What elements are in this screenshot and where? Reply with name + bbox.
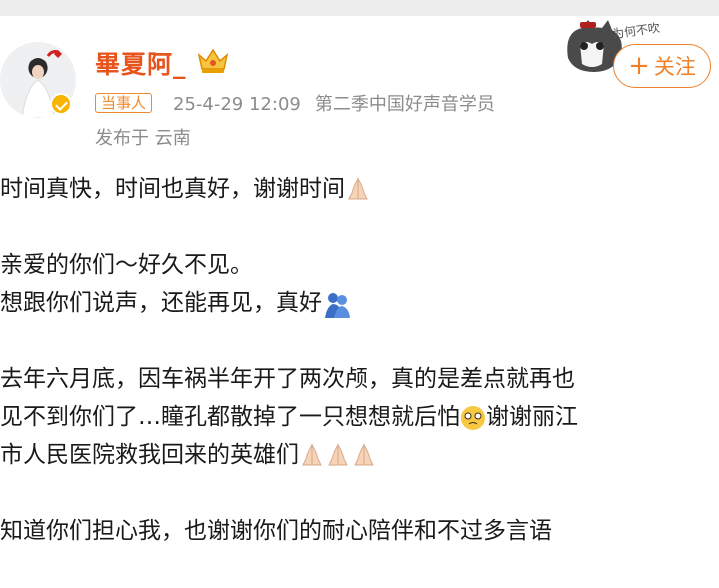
praying-hands-emoji: [328, 442, 348, 465]
post-text: 想跟你们说声，还能再见，真好: [0, 290, 322, 316]
hug-emoji: [325, 292, 350, 318]
plus-icon: +: [628, 51, 650, 81]
verified-badge-icon: [50, 93, 72, 115]
follow-button[interactable]: + 关注: [613, 44, 711, 88]
post-text: 时间真快，时间也真好，谢谢时间: [0, 176, 345, 202]
post-line: 时间真快，时间也真好，谢谢时间: [0, 170, 719, 208]
post-line: 知道你们担心我，也谢谢你们的耐心陪伴和不过多言语: [0, 512, 719, 550]
role-tag: 当事人: [95, 93, 153, 113]
post-text: 见不到你们了…瞳孔都散掉了一只想想就后怕: [0, 404, 460, 430]
post-meta: 25-4-29 12:09 第二季中国好声音学员: [173, 90, 509, 116]
follow-label: 关注: [653, 55, 696, 79]
crown-icon: [197, 48, 229, 73]
praying-hands-emoji: [348, 176, 368, 199]
post-text: 市人民医院救我回来的英雄们: [0, 442, 299, 468]
praying-hands-emoji: [302, 442, 322, 465]
post-line: 市人民医院救我回来的英雄们: [0, 436, 719, 474]
post-date: 25-4-29 12:09: [173, 94, 301, 115]
post-text: 谢谢丽江: [486, 404, 578, 430]
teary-face-emoji: [461, 405, 485, 430]
post-line: 去年六月底，因车祸半年开了两次颅，真的是差点就再也: [0, 360, 719, 398]
post-line: 见不到你们了…瞳孔都散掉了一只想想就后怕 谢谢丽江: [0, 398, 719, 436]
post-location: 发布于 云南: [95, 128, 191, 149]
username[interactable]: 畢夏阿_: [95, 45, 187, 81]
post-text: 知道你们担心我，也谢谢你们的耐心陪伴和不过多言语: [0, 518, 552, 544]
post-text: 去年六月底，因车祸半年开了两次颅，真的是差点就再也: [0, 366, 575, 392]
post-line: 亲爱的你们～好久不见。: [0, 246, 719, 284]
top-bar: [0, 0, 719, 16]
post-line: 想跟你们说声，还能再见，真好: [0, 284, 719, 322]
praying-hands-emoji: [354, 442, 374, 465]
post-source: 第二季中国好声音学员: [314, 94, 495, 115]
post-body: 时间真快，时间也真好，谢谢时间 亲爱的你们～好久不见。 想跟你们说声，还能再见，…: [0, 170, 719, 588]
post-text: 亲爱的你们～好久不见。: [0, 252, 253, 278]
